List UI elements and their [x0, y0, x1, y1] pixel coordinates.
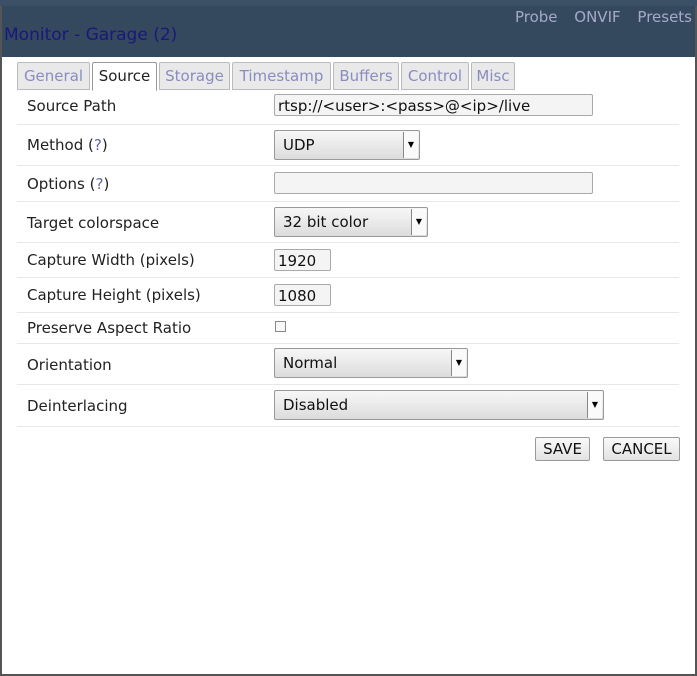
- capture-height-input[interactable]: 1080: [274, 284, 331, 306]
- preserve-aspect-label: Preserve Aspect Ratio: [27, 319, 192, 337]
- row-source-path: Source Path rtsp://<user>:<pass>@<ip>/li…: [17, 90, 679, 124]
- chevron-down-icon: ▼: [451, 350, 466, 376]
- chevron-down-icon: ▼: [587, 392, 602, 418]
- probe-link[interactable]: Probe: [515, 8, 558, 26]
- row-orientation: Orientation Normal ▼: [17, 343, 679, 385]
- row-options: Options (?): [17, 165, 679, 202]
- deinterlacing-select[interactable]: Disabled ▼: [274, 390, 604, 420]
- presets-link[interactable]: Presets: [637, 8, 692, 26]
- row-deinterlacing: Deinterlacing Disabled ▼: [17, 384, 679, 427]
- colorspace-select[interactable]: 32 bit color ▼: [274, 207, 428, 237]
- onvif-link[interactable]: ONVIF: [574, 8, 620, 26]
- preserve-aspect-checkbox[interactable]: [275, 321, 286, 332]
- form-bottom-divider: [17, 426, 679, 427]
- method-help-link[interactable]: ?: [94, 136, 102, 154]
- row-colorspace: Target colorspace 32 bit color ▼: [17, 201, 679, 243]
- method-select[interactable]: UDP ▼: [274, 130, 420, 160]
- chevron-down-icon: ▼: [403, 132, 418, 158]
- dialog-title: Monitor - Garage (2): [4, 25, 178, 45]
- capture-width-input[interactable]: 1920: [274, 249, 331, 271]
- dialog-header: Probe ONVIF Presets Monitor - Garage (2): [2, 6, 695, 57]
- tab-misc[interactable]: Misc: [471, 62, 515, 90]
- row-capture-height: Capture Height (pixels) 1080: [17, 277, 679, 313]
- deinterlacing-label: Deinterlacing: [27, 397, 128, 415]
- tab-general[interactable]: General: [17, 62, 90, 90]
- save-button[interactable]: SAVE: [535, 437, 590, 461]
- capture-width-label: Capture Width (pixels): [27, 251, 195, 269]
- tab-timestamp[interactable]: Timestamp: [232, 62, 331, 90]
- row-preserve-aspect: Preserve Aspect Ratio: [17, 312, 679, 344]
- options-input[interactable]: [274, 172, 593, 194]
- row-capture-width: Capture Width (pixels) 1920: [17, 242, 679, 278]
- frame-left: [0, 6, 2, 674]
- colorspace-label: Target colorspace: [27, 214, 160, 232]
- tab-control[interactable]: Control: [401, 62, 469, 90]
- tab-buffers[interactable]: Buffers: [333, 62, 399, 90]
- chevron-down-icon: ▼: [411, 209, 426, 235]
- orientation-label: Orientation: [27, 356, 112, 374]
- orientation-select[interactable]: Normal ▼: [274, 348, 468, 378]
- row-method: Method (?) UDP ▼: [17, 124, 679, 166]
- header-links: Probe ONVIF Presets: [503, 8, 692, 26]
- tab-storage[interactable]: Storage: [159, 62, 230, 90]
- options-label: Options (?): [27, 175, 110, 193]
- cancel-button[interactable]: CANCEL: [603, 437, 680, 461]
- method-label: Method (?): [27, 136, 108, 154]
- source-path-input[interactable]: rtsp://<user>:<pass>@<ip>/live: [274, 94, 593, 116]
- source-path-label: Source Path: [27, 97, 117, 115]
- capture-height-label: Capture Height (pixels): [27, 286, 201, 304]
- tab-source[interactable]: Source: [92, 62, 157, 91]
